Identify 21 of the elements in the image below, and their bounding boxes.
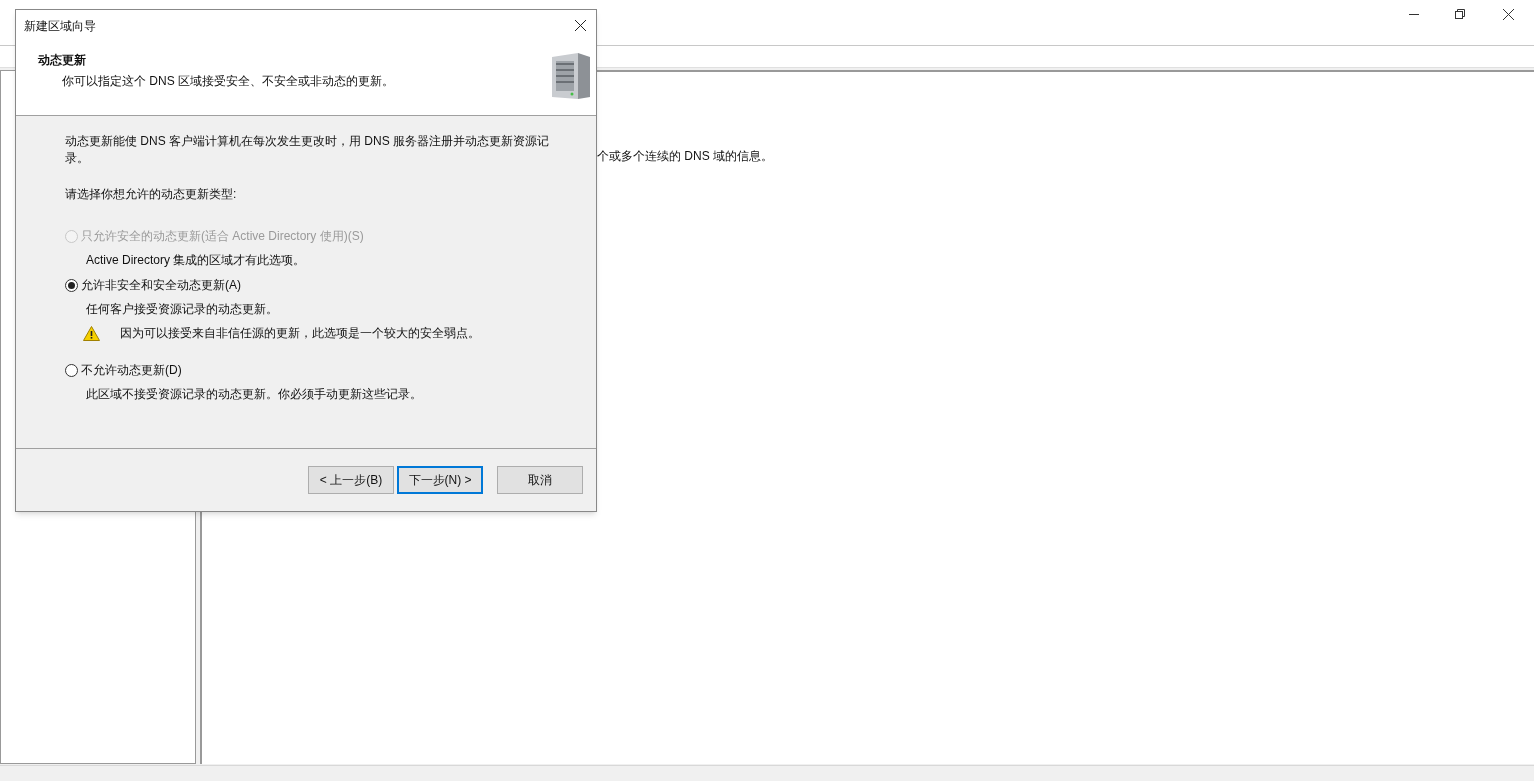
radio-button[interactable] (65, 363, 78, 377)
header-subtitle: 你可以指定这个 DNS 区域接受安全、不安全或非动态的更新。 (61, 73, 394, 90)
wizard-button[interactable]: < 上一步(B) (308, 466, 394, 494)
radio-label[interactable]: 允许非安全和安全动态更新(A) (81, 276, 241, 294)
wizard-button[interactable]: 下一步(N) > (397, 466, 483, 494)
pane-text: 个或多个连续的 DNS 域的信息。 (597, 149, 773, 163)
dialog-title: 新建区域向导 (24, 17, 96, 35)
intro-text: 动态更新能使 DNS 客户端计算机在每次发生更改时，用 DNS 服务器注册并动态更新资源记录。 (65, 133, 550, 167)
radio-button[interactable] (65, 278, 78, 292)
warning-icon (83, 325, 100, 341)
warning-text: 因为可以接受来自非信任源的更新，此选项是一个较大的安全弱点。 (120, 325, 480, 342)
radio-label[interactable]: 不允许动态更新(D) (81, 361, 182, 379)
header-title: 动态更新 (38, 52, 87, 69)
close-icon[interactable] (575, 20, 586, 31)
restore-icon[interactable] (1455, 9, 1465, 19)
close-icon[interactable] (1503, 8, 1514, 20)
wizard-button[interactable]: 取消 (497, 466, 583, 494)
option-description: 任何客户接受资源记录的动态更新。 (85, 301, 279, 318)
option-description: Active Directory 集成的区域才有此选项。 (85, 252, 307, 269)
option-description: 此区域不接受资源记录的动态更新。你必须手动更新这些记录。 (85, 386, 423, 403)
prompt-text: 请选择你想允许的动态更新类型: (65, 186, 238, 203)
